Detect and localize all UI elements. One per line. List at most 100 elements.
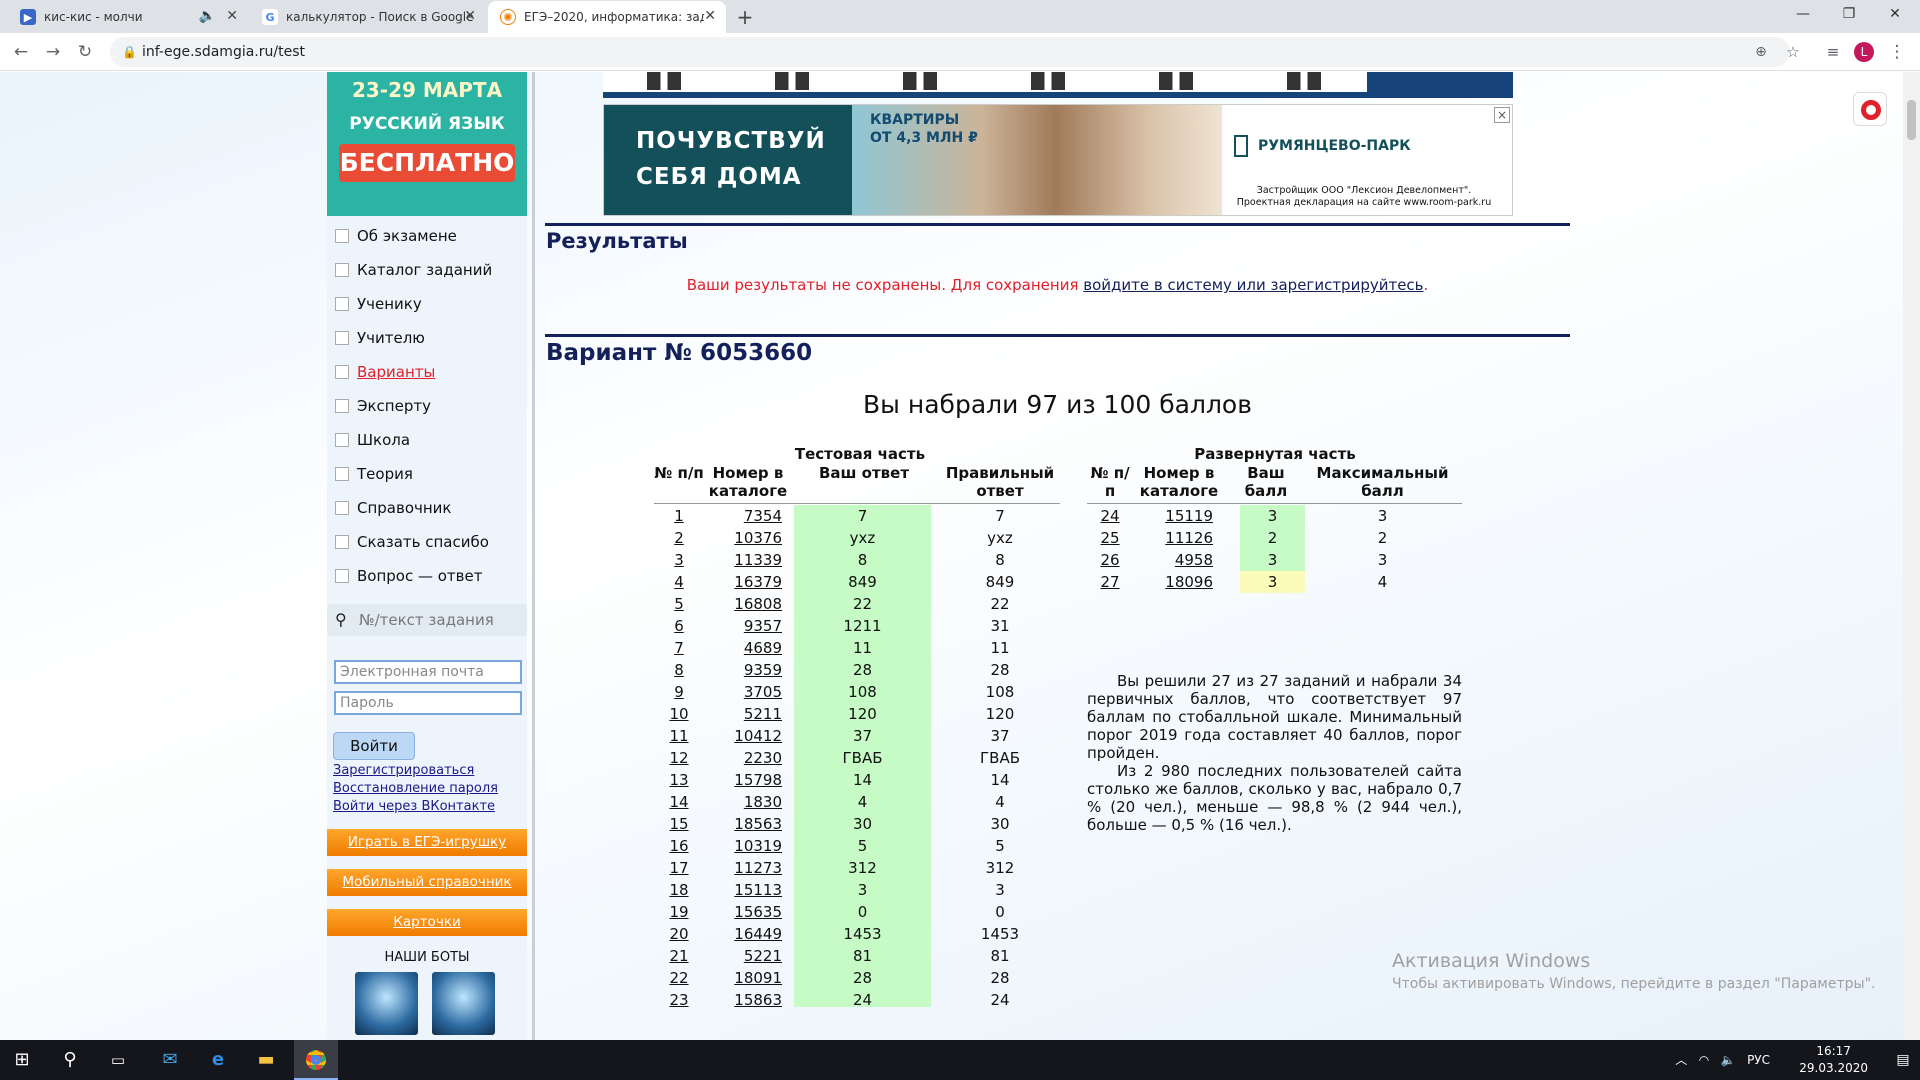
volume-icon[interactable]: 🔈: [1721, 1053, 1736, 1067]
row-number[interactable]: 26: [1087, 549, 1133, 571]
email-field[interactable]: Электронная почта: [334, 660, 522, 684]
row-number[interactable]: 20: [654, 923, 704, 945]
tray-chevron-icon[interactable]: ︿: [1675, 1053, 1687, 1067]
zoom-icon[interactable]: ⊕: [1748, 39, 1774, 65]
row-number[interactable]: 3: [654, 549, 704, 571]
row-catalog-number[interactable]: 16379: [704, 571, 782, 593]
reload-icon[interactable]: ↻: [72, 39, 98, 65]
row-number[interactable]: 19: [654, 901, 704, 923]
row-catalog-number[interactable]: 15863: [704, 989, 782, 1011]
row-catalog-number[interactable]: 9357: [704, 615, 782, 637]
top-ad-strip[interactable]: [603, 72, 1513, 98]
task-search-input[interactable]: ⚲ №/текст задания: [327, 604, 527, 636]
lifebuoy-help-icon[interactable]: [1853, 92, 1887, 126]
row-number[interactable]: 2: [654, 527, 704, 549]
menu-item-about-exam[interactable]: Об экзамене: [335, 226, 457, 246]
row-catalog-number[interactable]: 11126: [1135, 527, 1213, 549]
row-catalog-number[interactable]: 4958: [1135, 549, 1213, 571]
scrollbar-thumb[interactable]: [1907, 100, 1916, 140]
language-indicator[interactable]: РУС: [1747, 1053, 1770, 1067]
row-catalog-number[interactable]: 15119: [1135, 505, 1213, 527]
windows-start-icon[interactable]: ⊞: [0, 1040, 44, 1080]
chrome-icon[interactable]: [294, 1040, 338, 1080]
restore-password-link[interactable]: Восстановление пароля: [333, 781, 498, 796]
search-icon[interactable]: ⚲: [48, 1040, 92, 1080]
row-catalog-number[interactable]: 18096: [1135, 571, 1213, 593]
register-link[interactable]: Зарегистрироваться: [333, 763, 474, 778]
row-number[interactable]: 10: [654, 703, 704, 725]
row-number[interactable]: 15: [654, 813, 704, 835]
row-number[interactable]: 8: [654, 659, 704, 681]
row-number[interactable]: 17: [654, 857, 704, 879]
row-catalog-number[interactable]: 15798: [704, 769, 782, 791]
row-catalog-number[interactable]: 18563: [704, 813, 782, 835]
row-catalog-number[interactable]: 10319: [704, 835, 782, 857]
menu-item-thanks[interactable]: Сказать спасибо: [335, 532, 489, 552]
row-number[interactable]: 24: [1087, 505, 1133, 527]
playlist-icon[interactable]: ≡: [1820, 39, 1846, 65]
row-catalog-number[interactable]: 10412: [704, 725, 782, 747]
minimize-icon[interactable]: —: [1780, 0, 1826, 30]
row-number[interactable]: 21: [654, 945, 704, 967]
row-number[interactable]: 16: [654, 835, 704, 857]
close-tab-icon[interactable]: ✕: [704, 8, 716, 24]
row-number[interactable]: 12: [654, 747, 704, 769]
profile-avatar[interactable]: L: [1854, 42, 1874, 62]
menu-item-expert[interactable]: Эксперту: [335, 396, 431, 416]
row-number[interactable]: 25: [1087, 527, 1133, 549]
row-catalog-number[interactable]: 10376: [704, 527, 782, 549]
row-catalog-number[interactable]: 1830: [704, 791, 782, 813]
row-catalog-number[interactable]: 9359: [704, 659, 782, 681]
menu-item-catalog[interactable]: Каталог заданий: [335, 260, 492, 280]
bot-avatar-left[interactable]: [355, 972, 418, 1035]
row-number[interactable]: 11: [654, 725, 704, 747]
system-tray[interactable]: ︿ ◠ 🔈 РУС: [1675, 1040, 1770, 1080]
promo-banner[interactable]: 23-29 МАРТА РУССКИЙ ЯЗЫК БЕСПЛАТНО: [327, 72, 527, 216]
new-tab-button[interactable]: +: [730, 1, 760, 33]
maximize-icon[interactable]: ❐: [1826, 0, 1872, 30]
speaker-icon[interactable]: 🔈: [199, 8, 216, 24]
game-button[interactable]: Играть в ЕГЭ-игрушку: [327, 829, 527, 856]
menu-dots-icon[interactable]: ⋮: [1884, 39, 1910, 65]
password-field[interactable]: Пароль: [334, 691, 522, 715]
mail-icon[interactable]: ✉: [148, 1040, 192, 1080]
row-number[interactable]: 4: [654, 571, 704, 593]
row-catalog-number[interactable]: 16449: [704, 923, 782, 945]
row-number[interactable]: 14: [654, 791, 704, 813]
bookmark-star-icon[interactable]: ☆: [1780, 39, 1806, 65]
network-icon[interactable]: ◠: [1699, 1053, 1709, 1067]
back-icon[interactable]: ←: [8, 39, 34, 65]
close-ad-icon[interactable]: ×: [1494, 107, 1510, 123]
row-number[interactable]: 18: [654, 879, 704, 901]
row-number[interactable]: 22: [654, 967, 704, 989]
notifications-icon[interactable]: ▤: [1886, 1040, 1920, 1080]
forward-icon[interactable]: →: [40, 39, 66, 65]
cards-button[interactable]: Карточки: [327, 909, 527, 936]
menu-item-student[interactable]: Ученику: [335, 294, 422, 314]
row-catalog-number[interactable]: 18091: [704, 967, 782, 989]
system-clock[interactable]: 16:17 29.03.2020: [1799, 1043, 1868, 1077]
menu-item-variants[interactable]: Варианты: [335, 362, 435, 382]
banner-ad[interactable]: ПОЧУВСТВУЙ СЕБЯ ДОМА КВАРТИРЫ ОТ 4,3 МЛН…: [603, 104, 1513, 216]
row-catalog-number[interactable]: 11339: [704, 549, 782, 571]
row-number[interactable]: 5: [654, 593, 704, 615]
row-catalog-number[interactable]: 4689: [704, 637, 782, 659]
menu-item-reference[interactable]: Справочник: [335, 498, 452, 518]
mobile-reference-button[interactable]: Мобильный справочник: [327, 869, 527, 896]
row-catalog-number[interactable]: 5211: [704, 703, 782, 725]
bot-avatar-right[interactable]: [432, 972, 495, 1035]
row-number[interactable]: 7: [654, 637, 704, 659]
menu-item-school[interactable]: Школа: [335, 430, 410, 450]
address-bar[interactable]: 🔒 inf-ege.sdamgia.ru/test: [110, 37, 1790, 67]
row-number[interactable]: 9: [654, 681, 704, 703]
close-tab-icon[interactable]: ✕: [464, 8, 476, 24]
file-explorer-icon[interactable]: ▬: [244, 1040, 288, 1080]
menu-item-teacher[interactable]: Учителю: [335, 328, 425, 348]
row-catalog-number[interactable]: 2230: [704, 747, 782, 769]
menu-item-qa[interactable]: Вопрос — ответ: [335, 566, 482, 586]
menu-item-theory[interactable]: Теория: [335, 464, 413, 484]
tab-music[interactable]: ▶ кис-кис - молчи 🔈 ✕: [8, 1, 248, 33]
tab-ege[interactable]: ✺ ЕГЭ–2020, информатика: задан ✕: [488, 1, 726, 33]
row-catalog-number[interactable]: 15113: [704, 879, 782, 901]
tab-google-search[interactable]: G калькулятор - Поиск в Google ✕: [250, 1, 486, 33]
